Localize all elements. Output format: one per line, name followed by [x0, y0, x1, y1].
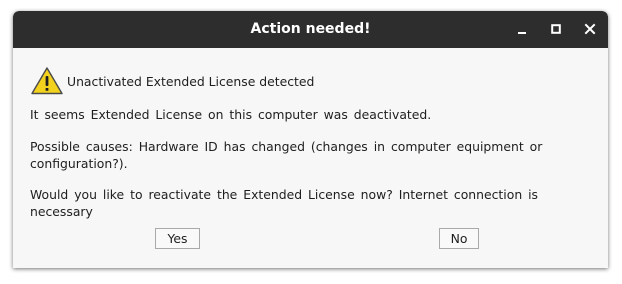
message-header: Unactivated Extended License detected	[30, 66, 314, 96]
maximize-button[interactable]	[546, 19, 566, 39]
message-heading: Unactivated Extended License detected	[67, 73, 315, 89]
warning-icon	[31, 67, 63, 95]
close-button[interactable]	[580, 19, 600, 39]
close-icon	[584, 23, 596, 35]
title-bar[interactable]: Action needed!	[13, 11, 608, 48]
message-line-reactivate: Would you like to reactivate the Extende…	[30, 187, 539, 219]
yes-button[interactable]: Yes	[155, 228, 200, 249]
message-line-deactivated: It seems Extended License on this comput…	[30, 107, 432, 122]
dialog-content: Unactivated Extended License detected It…	[13, 48, 608, 268]
action-needed-dialog: Action needed! Unactivated Extended Lice…	[13, 11, 608, 268]
no-button[interactable]: No	[439, 228, 479, 249]
minimize-icon	[518, 32, 526, 34]
maximize-icon	[551, 24, 561, 34]
message-line-causes: Possible causes: Hardware ID has changed…	[30, 139, 543, 171]
minimize-button[interactable]	[512, 19, 532, 39]
